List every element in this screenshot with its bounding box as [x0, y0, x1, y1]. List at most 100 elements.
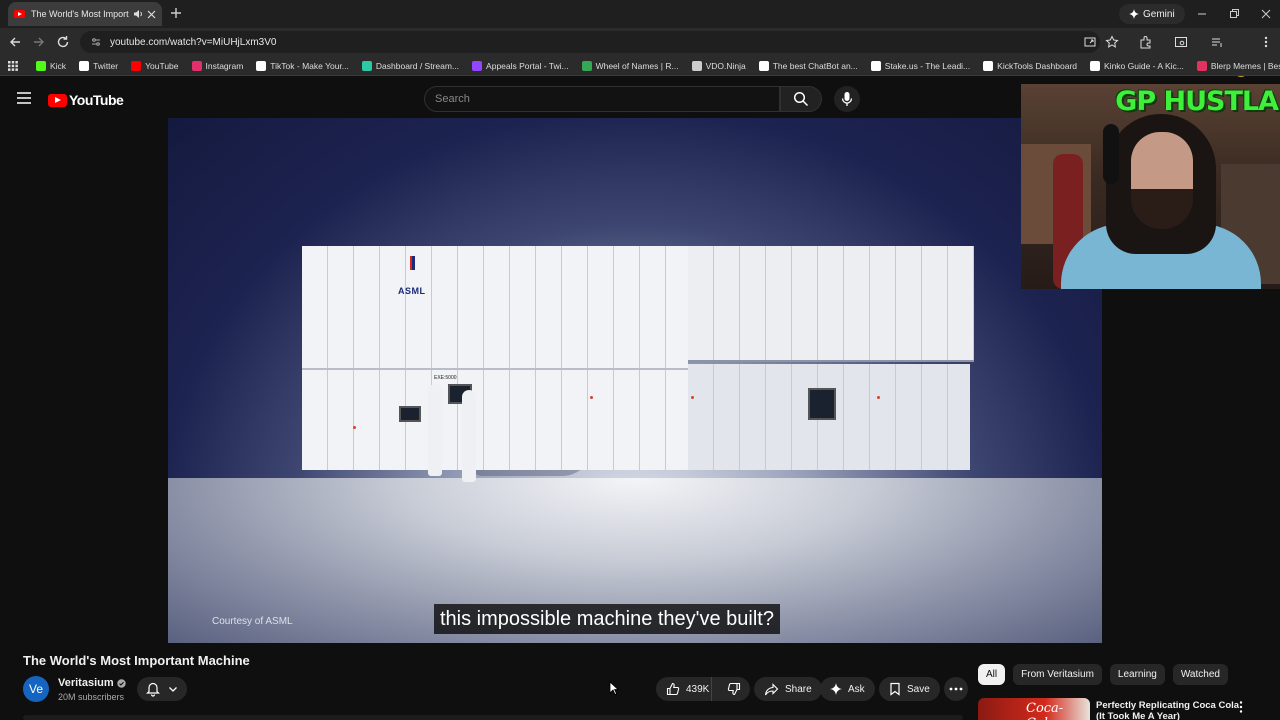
bookmark-favicon-icon	[581, 60, 592, 71]
bookmark-favicon-icon	[983, 60, 994, 71]
bookmark-item[interactable]: YouTube	[131, 60, 179, 71]
bookmark-label: YouTube	[145, 60, 179, 71]
cast-icon[interactable]	[1082, 34, 1098, 50]
more-actions-button[interactable]	[944, 677, 968, 701]
speaker-icon[interactable]	[133, 9, 143, 19]
bookmark-label: TikTok - Make Your...	[270, 60, 349, 71]
save-button[interactable]: Save	[879, 677, 940, 701]
thumbs-up-icon	[666, 682, 680, 696]
channel-name-row[interactable]: Veritasium	[58, 677, 126, 689]
bookmark-label: Instagram	[205, 60, 244, 71]
technician-figure	[428, 384, 442, 476]
bookmark-item[interactable]: Blerp Memes | Best...	[1196, 60, 1280, 71]
youtube-play-logo-icon	[48, 93, 67, 107]
bookmark-favicon-icon	[1196, 60, 1207, 71]
bookmarks-bar: Kick Twitter YouTube Instagram TikTok - Make…	[0, 56, 1280, 76]
bookmark-favicon-icon	[131, 60, 142, 71]
machine-screen	[399, 406, 421, 422]
recommendation-menu-icon[interactable]	[1238, 700, 1244, 714]
back-icon[interactable]	[7, 34, 23, 50]
bookmark-item[interactable]: Kinko Guide - A Kic...	[1090, 60, 1184, 71]
bookmark-favicon-icon	[870, 60, 881, 71]
save-label: Save	[907, 683, 930, 695]
url-text: youtube.com/watch?v=MiUHjLxm3V0	[110, 36, 277, 48]
filter-chip[interactable]: Watched	[1172, 664, 1228, 685]
bookmark-item[interactable]: Twitter	[79, 60, 118, 71]
recommended-thumbnail[interactable]: Coca-Cola	[978, 698, 1090, 720]
ask-button[interactable]: Ask	[820, 677, 875, 701]
site-info-icon[interactable]	[90, 36, 102, 48]
bookmark-item[interactable]: VDO.Ninja	[691, 60, 746, 71]
chevron-down-icon	[168, 685, 178, 693]
reload-icon[interactable]	[55, 34, 71, 50]
menu-icon[interactable]	[16, 91, 32, 105]
streamer-webcam: GP HUSTLA	[1021, 84, 1280, 289]
bookmark-list: Kick Twitter YouTube Instagram TikTok - Make…	[36, 60, 1280, 71]
dislike-button[interactable]	[718, 677, 750, 701]
video-title: The World's Most Important Machine	[23, 653, 250, 668]
new-tab-icon[interactable]	[168, 5, 184, 21]
bookmark-star-icon[interactable]	[1104, 34, 1120, 50]
machine-indicator	[877, 396, 880, 399]
search-icon	[793, 91, 809, 107]
webcam-overlay-text: GP HUSTLA	[1115, 86, 1279, 117]
recommendation-filter-chips: All From Veritasium Learning Watched	[978, 664, 1228, 685]
gemini-sparkle-icon	[1129, 9, 1139, 19]
bookmark-item[interactable]: KickTools Dashboard	[983, 60, 1078, 71]
mouse-cursor-icon	[609, 681, 619, 695]
browser-menu-icon[interactable]	[1258, 34, 1274, 50]
apps-grid-icon[interactable]	[8, 60, 18, 71]
bookmark-item[interactable]: Kick	[36, 60, 67, 71]
extensions-icon[interactable]	[1138, 34, 1154, 50]
filter-chip[interactable]: Learning	[1109, 664, 1165, 685]
voice-search-button[interactable]	[834, 86, 860, 112]
filter-chip[interactable]: From Veritasium	[1013, 664, 1102, 685]
machine-right-upper-module	[688, 246, 974, 362]
search-input[interactable]	[435, 93, 779, 105]
bookmark-item[interactable]: Dashboard / Stream...	[361, 60, 460, 71]
notifications-button[interactable]	[137, 677, 187, 701]
media-controls-icon[interactable]	[1209, 34, 1225, 50]
tab-search-icon[interactable]	[1173, 34, 1189, 50]
bookmark-label: Kick	[50, 60, 67, 71]
bookmark-label: KickTools Dashboard	[997, 60, 1078, 71]
bookmark-item[interactable]: Wheel of Names | R...	[581, 60, 679, 71]
bookmark-item[interactable]: Instagram	[191, 60, 244, 71]
bookmark-favicon-icon	[691, 60, 702, 71]
recommended-title[interactable]: Perfectly Replicating Coca Cola (It Took…	[1096, 700, 1244, 720]
like-button[interactable]: 439K	[656, 677, 713, 701]
search-button[interactable]	[780, 86, 822, 112]
bookmark-label: Kinko Guide - A Kic...	[1104, 60, 1184, 71]
description-box-edge	[23, 715, 963, 720]
machine-indicator	[590, 396, 593, 399]
subscriber-count: 20M subscribers	[58, 692, 125, 702]
restore-icon[interactable]	[1226, 6, 1242, 22]
thumbs-down-icon	[727, 682, 741, 696]
close-window-icon[interactable]	[1258, 6, 1274, 22]
address-bar[interactable]: youtube.com/watch?v=MiUHjLxm3V0	[80, 31, 1100, 53]
share-button[interactable]: Share	[754, 677, 822, 701]
bookmark-favicon-icon	[758, 60, 769, 71]
bookmark-favicon-icon	[472, 60, 483, 71]
bookmark-item[interactable]: The best ChatBot an...	[758, 60, 858, 71]
bookmark-item[interactable]: TikTok - Make Your...	[256, 60, 349, 71]
technician-figure	[462, 390, 476, 482]
video-caption: this impossible machine they've built?	[434, 604, 780, 634]
gemini-button[interactable]: Gemini	[1119, 4, 1185, 24]
bookmark-favicon-icon	[256, 60, 267, 71]
recommended-video[interactable]: Coca-Cola Perfectly Replicating Coca Col…	[978, 698, 1280, 720]
channel-avatar[interactable]: Ve	[23, 676, 49, 702]
bookmark-label: Dashboard / Stream...	[375, 60, 460, 71]
filter-chip[interactable]: All	[978, 664, 1006, 685]
minimize-icon[interactable]	[1194, 6, 1210, 22]
youtube-logo[interactable]: YouTube	[48, 92, 124, 108]
bookmark-item[interactable]: Appeals Portal - Twi...	[472, 60, 569, 71]
close-tab-icon[interactable]	[147, 10, 156, 19]
browser-tab[interactable]: The World's Most Importan	[8, 2, 162, 26]
bookmark-item[interactable]: Stake.us - The Leadi...	[870, 60, 970, 71]
forward-icon[interactable]	[31, 34, 47, 50]
bell-icon	[146, 682, 160, 697]
machine-model-label: EXE:5000	[434, 375, 457, 381]
video-player[interactable]: ASML EXE:5000 Courtesy of ASML this impo…	[168, 118, 1102, 643]
search-box[interactable]	[424, 86, 780, 112]
